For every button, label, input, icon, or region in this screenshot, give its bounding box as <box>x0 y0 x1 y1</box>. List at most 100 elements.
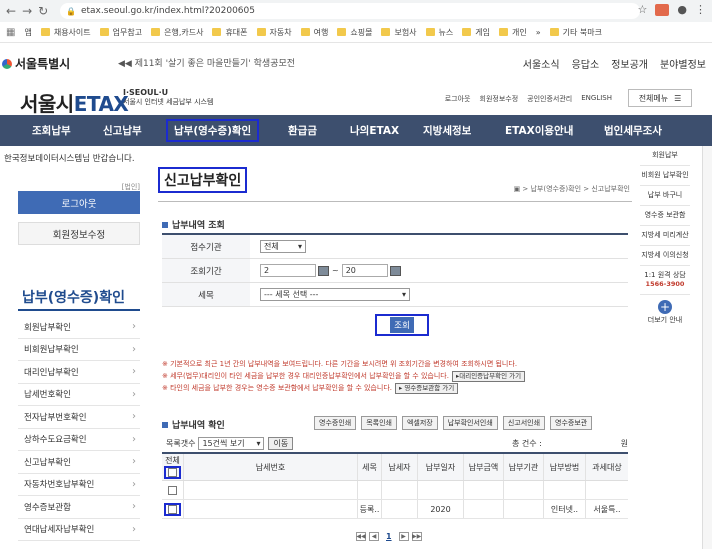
bookmark-item[interactable]: 여행 <box>300 27 328 38</box>
bookmark-item[interactable]: 쇼핑몰 <box>337 27 372 38</box>
receipt-box-link-button[interactable]: ▸ 영수증보관함 가기 <box>394 383 459 394</box>
sidebar-item[interactable]: 대리인납부확인 › <box>18 361 140 384</box>
bookmark-item[interactable]: 자동차 <box>256 27 292 38</box>
folder-icon <box>151 28 161 36</box>
bookmark-item[interactable]: 앱 <box>24 27 31 38</box>
bookmark-item[interactable]: 개인 <box>499 27 527 38</box>
sidebar-item[interactable]: 상하수도요금확인 › <box>18 429 140 451</box>
sidebar-item[interactable]: 비회원납부확인 › <box>18 339 140 361</box>
nav-item[interactable]: ETAX이용안내 <box>505 123 573 138</box>
nav-item[interactable]: 나의ETAX <box>350 123 399 138</box>
first-page-button[interactable]: ◀◀ <box>356 532 366 541</box>
hamburger-icon: ☰ <box>674 93 682 103</box>
menu-kebab-icon[interactable]: ⋮ <box>695 3 706 16</box>
etax-logo[interactable]: 서울시ETAX <box>20 88 129 117</box>
logout-link[interactable]: 로그아웃 <box>445 94 471 104</box>
sidebar-item[interactable]: 자동차번호납부확인 › <box>18 474 140 496</box>
excel-save-button[interactable]: 엑셀저장 <box>401 416 438 430</box>
calendar-icon[interactable] <box>318 265 329 276</box>
prev-page-button[interactable]: ◀ <box>369 532 379 541</box>
reload-icon[interactable]: ↻ <box>38 4 48 18</box>
select-all-checkbox-highlight <box>164 466 181 479</box>
member-edit-button[interactable]: 회원정보수정 <box>18 222 140 245</box>
quick-item-more[interactable]: + 더보기 안내 <box>640 295 690 330</box>
last-page-button[interactable]: ▶▶ <box>411 532 422 541</box>
list-print-button[interactable]: 목록인쇄 <box>361 416 397 430</box>
sidebar-item[interactable]: 전자납부번호확인 › <box>18 406 140 429</box>
top-link[interactable]: 서울소식 <box>523 56 560 71</box>
date-to-input[interactable]: 20 <box>341 264 388 277</box>
next-page-button[interactable]: ▶ <box>398 532 409 541</box>
go-button[interactable]: 이동 <box>268 437 294 450</box>
extension-icon[interactable] <box>655 3 670 16</box>
scrollbar[interactable] <box>702 146 712 549</box>
top-link[interactable]: 정보공개 <box>611 56 648 71</box>
tax-item-select[interactable]: --- 세목 선택 --- ▾ <box>260 288 410 301</box>
quick-item[interactable]: 납부 바구니 <box>640 186 690 206</box>
table-cell <box>586 481 628 499</box>
date-from-input[interactable]: 2 <box>260 264 316 277</box>
table-row[interactable] <box>162 481 628 500</box>
forward-icon[interactable]: → <box>22 4 32 18</box>
bookmark-item[interactable]: 업무참고 <box>99 27 142 38</box>
quick-item[interactable]: 지방세 이의신청 <box>640 246 690 266</box>
receipt-print-button[interactable]: 영수증인쇄 <box>314 416 357 430</box>
receipt-store-button[interactable]: 영수증보관 <box>550 416 593 430</box>
result-toolbar: 영수증인쇄 목록인쇄 엑셀저장 납부확인서인쇄 신고서인쇄 영수증보관 <box>314 416 593 430</box>
nav-item[interactable]: 지방세정보 <box>423 123 471 138</box>
org-select[interactable]: 전체 ▾ <box>260 240 306 253</box>
report-print-button[interactable]: 신고서인쇄 <box>502 416 546 430</box>
calendar-icon[interactable] <box>389 265 401 276</box>
payment-cert-print-button[interactable]: 납부확인서인쇄 <box>442 416 498 430</box>
bookmark-item[interactable]: 게임 <box>462 27 490 38</box>
quick-item[interactable]: 지방세 미리계산 <box>640 226 690 246</box>
rows-per-page-select[interactable]: 15건씩 보기 ▾ <box>198 437 265 450</box>
sidebar-item[interactable]: 영수증보관함 › <box>18 496 140 519</box>
logout-button[interactable]: 로그아웃 <box>18 191 140 214</box>
back-icon[interactable]: ← <box>6 4 16 18</box>
bookmarks-more[interactable]: » <box>536 28 541 37</box>
seoul-logo[interactable]: 서울특별시 <box>2 55 70 72</box>
nav-item[interactable]: 환급금 <box>288 123 317 138</box>
bookmark-item[interactable]: 보험사 <box>381 27 417 38</box>
bookmark-item[interactable]: 채용사이트 <box>40 27 91 38</box>
bookmark-item[interactable]: 뉴스 <box>425 27 453 38</box>
top-link[interactable]: 응답소 <box>572 56 600 71</box>
nav-item-active[interactable]: 납부(영수증)확인 <box>166 119 260 142</box>
row-checkbox[interactable] <box>168 485 177 495</box>
row-checkbox[interactable] <box>168 504 177 514</box>
english-link[interactable]: ENGLISH <box>581 94 612 104</box>
current-page[interactable]: 1 <box>386 532 392 541</box>
select-all-checkbox[interactable] <box>168 468 177 477</box>
search-button[interactable]: 조회 <box>375 314 429 336</box>
quick-item-remote[interactable]: 1:1 원격 상담 1566-3900 <box>640 266 690 295</box>
bookmark-item[interactable]: 은행,카드사 <box>151 27 203 38</box>
quick-item[interactable]: 비회원 납부확인 <box>640 166 690 186</box>
quick-item[interactable]: 영수증 보관함 <box>640 206 690 226</box>
apps-grid-icon[interactable]: ▦ <box>6 27 15 38</box>
sidebar-item[interactable]: 연대납세자납부확인 › <box>18 519 140 541</box>
star-icon[interactable]: ☆ <box>638 3 648 16</box>
top-link[interactable]: 분야별정보 <box>660 56 706 71</box>
cert-link[interactable]: 공인인증서관리 <box>527 94 572 104</box>
chevron-right-icon: › <box>132 478 136 490</box>
sidebar-item[interactable]: 회원납부확인 › <box>18 316 140 339</box>
notice-ticker[interactable]: ◀◀ 제11회 '살기 좋은 마을만들기' 학생공모전 <box>118 56 295 69</box>
profile-icon[interactable]: ● <box>677 3 687 16</box>
full-menu-button[interactable]: 전체메뉴 ☰ <box>628 89 692 107</box>
quick-item[interactable]: 회원납부 <box>640 146 690 166</box>
nav-item[interactable]: 법인세무조사 <box>604 123 662 138</box>
bookmark-item[interactable]: 휴대폰 <box>212 27 248 38</box>
nav-item[interactable]: 조회납부 <box>32 123 71 138</box>
chevron-right-icon: › <box>132 343 136 355</box>
agent-check-link-button[interactable]: ▸대리인증납부확인 가기 <box>451 371 526 382</box>
address-bar[interactable]: 🔒 etax.seoul.go.kr/index.html?20200605 <box>60 3 640 19</box>
sidebar-item-active[interactable]: 신고납부확인 › <box>18 451 140 474</box>
sidebar-item[interactable]: 납세번호확인 › <box>18 384 140 406</box>
member-edit-link[interactable]: 회원정보수정 <box>480 94 519 104</box>
row-checkbox-cell <box>162 500 184 518</box>
table-row[interactable]: 등록.. 2020 인터넷.. 서울특.. <box>162 500 628 519</box>
nav-item[interactable]: 신고납부 <box>103 123 142 138</box>
col-header: 납세번호 <box>184 454 358 480</box>
bookmark-item[interactable]: 기타 북마크 <box>549 27 602 38</box>
